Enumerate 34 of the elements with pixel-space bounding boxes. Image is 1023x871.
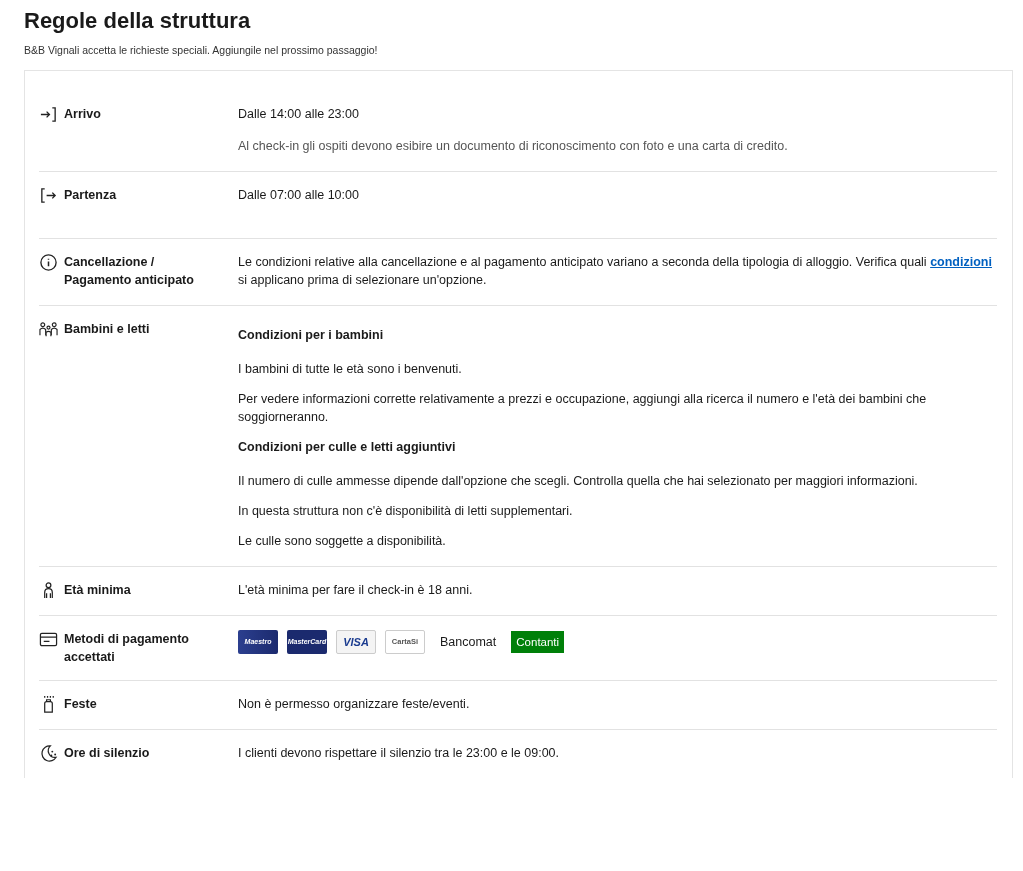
rule-text: L'età minima per fare il check-in è 18 anni.	[238, 582, 474, 599]
rule-text: I clienti devono rispettare il silenzio tra le 23:00 e le 09:00.	[238, 745, 561, 762]
logout-icon	[39, 186, 58, 205]
rule-label: Feste	[64, 696, 97, 713]
rule-text: Dalle 07:00 alle 10:00	[238, 187, 360, 204]
rule-text: Le condizioni relative alla cancellazione e al pagamento anticipato variano a seconda della tipologia di alloggio. Verifica quali condizioni si applicano prima di selezionare un'opzione.	[238, 254, 993, 289]
cash-badge: Contanti	[511, 631, 565, 653]
login-icon	[39, 105, 58, 124]
rule-label: Bambini e letti	[64, 321, 150, 338]
rule-text: Per vedere informazioni corrette relativamente a prezzi e occupazione, aggiungi alla ricerca il numero e l'età dei bambini che soggiorneranno.	[238, 391, 928, 426]
rule-text: Non è permesso organizzare feste/eventi.	[238, 696, 471, 713]
info-icon	[39, 253, 58, 272]
rule-text: Dalle 14:00 alle 23:00	[238, 106, 360, 123]
section-title: Regole della struttura	[24, 8, 252, 34]
people-icon	[39, 320, 58, 339]
section-heading: Condizioni per i bambini	[238, 327, 385, 344]
card-logo: VISA	[336, 630, 376, 654]
moon-icon	[39, 744, 58, 763]
section-heading: Condizioni per culle e letti aggiuntivi	[238, 439, 457, 456]
rule-label: Partenza	[64, 187, 117, 204]
rule-text: Il numero di culle ammesse dipende dall'opzione che scegli. Controlla quella che hai selezionato per maggiori informazioni.	[238, 473, 919, 490]
rule-label: Arrivo	[64, 106, 101, 123]
rule-label: Ore di silenzio	[64, 745, 150, 762]
rule-label: Età minima	[64, 582, 131, 599]
conditions-link[interactable]: condizioni	[930, 255, 992, 269]
card-icon	[39, 630, 58, 649]
rule-text: Al check-in gli ospiti devono esibire un documento di riconoscimento con foto e una carta di credito.	[238, 138, 789, 155]
rule-text: Le culle sono soggette a disponibilità.	[238, 533, 447, 550]
section-subtitle: B&B Vignali accetta le richieste speciali. Aggiungile nel prossimo passaggio!	[24, 44, 379, 56]
payment-method: Bancomat	[439, 634, 498, 651]
rule-label: Cancellazione / Pagamento anticipato	[64, 254, 195, 289]
rule-label: Metodi di pagamento accettati	[64, 631, 190, 666]
rule-text: In questa struttura non c'è disponibilità di letti supplementari.	[238, 503, 574, 520]
rule-text: I bambini di tutte le età sono i benvenuti.	[238, 361, 463, 378]
